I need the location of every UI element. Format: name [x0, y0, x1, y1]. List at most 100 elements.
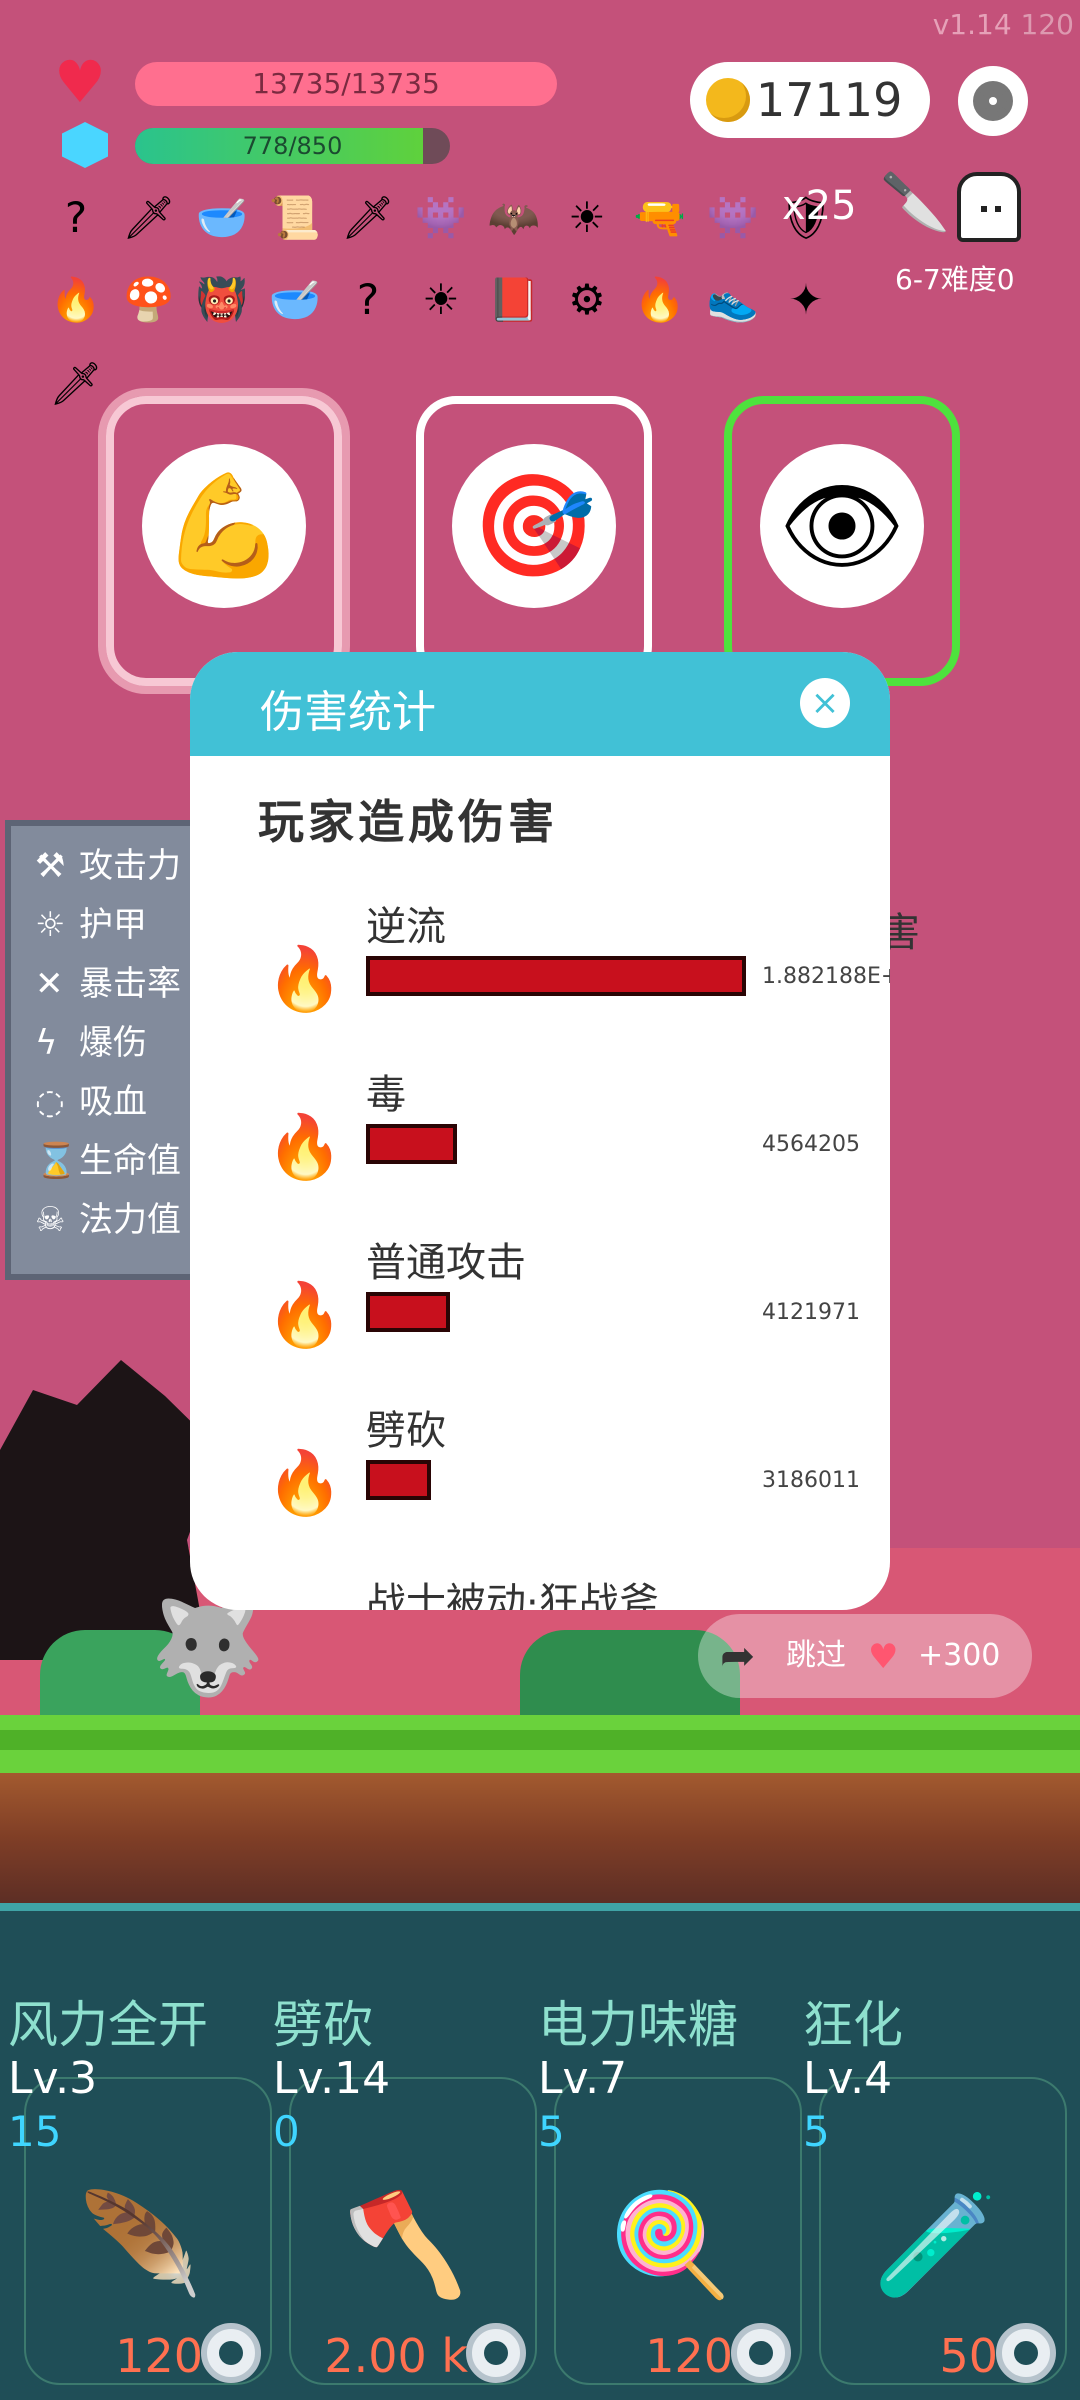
inventory-item[interactable]: 🔥 — [48, 272, 104, 328]
damage-bar — [366, 1124, 457, 1164]
fire-icon: 🔥 — [266, 1110, 344, 1183]
skill-cost: 2.00 k — [324, 2329, 468, 2383]
skill-cost: 120 — [645, 2329, 733, 2383]
skill-slot[interactable]: 风力全开 Lv.3 15 🪶 120 — [8, 1975, 273, 2395]
inventory-item[interactable]: 🔫 — [632, 190, 688, 246]
upgrade-icon[interactable] — [996, 2323, 1056, 2383]
stat-row: ⌛生命值 — [35, 1133, 181, 1182]
damage-row: 🔥 劈砍 3186011 — [190, 1398, 890, 1548]
buff-card-strength[interactable]: 💪 — [106, 396, 342, 686]
damage-row-partial: 战士被动·狂战斧 — [366, 1580, 659, 1610]
buff-card-vision[interactable]: 👁 — [724, 396, 960, 686]
damage-source-name: 劈砍 — [366, 1408, 446, 1454]
ghost-icon — [957, 172, 1021, 242]
damage-value: 4121971 — [762, 1300, 860, 1325]
mp-bar: 778/850 — [135, 128, 450, 164]
inventory-item[interactable]: 👾 — [705, 190, 761, 246]
inventory-item[interactable]: 🔥 — [632, 272, 688, 328]
inventory-item[interactable]: ☀ — [413, 272, 469, 328]
stat-row: ☼ 护甲 — [35, 897, 147, 946]
stat-row: ✕ 暴击率 — [35, 956, 181, 1005]
damage-source-name: 普通攻击 — [366, 1240, 526, 1286]
skill-count: 15 — [8, 2107, 62, 2156]
skill-icon: 🧪 — [873, 2186, 998, 2303]
mp-text: 778/850 — [242, 132, 343, 160]
stat-label: 吸血 — [79, 1082, 147, 1122]
skill-level: Lv.7 — [538, 2053, 628, 2104]
hp-bar: 13735/13735 — [135, 62, 557, 106]
upgrade-icon[interactable] — [466, 2323, 526, 2383]
damage-row: 🔥 普通攻击 4121971 — [190, 1230, 890, 1380]
stat-icon: ⚒ — [35, 846, 66, 886]
stat-label: 护甲 — [79, 905, 147, 945]
inventory-item[interactable]: 🗡 — [121, 190, 177, 246]
damage-value: 4564205 — [762, 1132, 860, 1157]
stat-icon: ☼ — [35, 905, 66, 945]
inventory-item[interactable]: 🍄 — [121, 272, 177, 328]
target-icon: 🎯 — [452, 444, 616, 608]
stat-label: 爆伤 — [79, 1023, 147, 1063]
skill-count: 0 — [273, 2107, 300, 2156]
inventory-item[interactable]: 👟 — [705, 272, 761, 328]
inventory-item[interactable]: 📜 — [267, 190, 323, 246]
skill-count: 5 — [803, 2107, 830, 2156]
damage-row: 🔥 逆流 1.882188E+ — [190, 894, 890, 1044]
stat-icon: ⌛ — [35, 1141, 78, 1181]
inventory-item[interactable]: 🗡 — [48, 356, 104, 412]
heart-icon: ♥ — [54, 48, 106, 116]
skill-slot[interactable]: 狂化 Lv.4 5 🧪 50 — [803, 1975, 1068, 2395]
skip-button[interactable]: ➦ 跳过 ♥ +300 — [698, 1614, 1032, 1698]
upgrade-icon[interactable] — [201, 2323, 261, 2383]
coin-counter: 17119 — [690, 62, 930, 138]
skill-level: Lv.4 — [803, 2053, 893, 2104]
buff-card-crit[interactable]: 🎯 — [416, 396, 652, 686]
stat-label: 攻击力 — [79, 846, 181, 886]
stat-label: 法力值 — [79, 1200, 181, 1240]
stat-row: ϟ 爆伤 — [35, 1015, 147, 1064]
skill-cost: 120 — [115, 2329, 203, 2383]
damage-value: 3186011 — [762, 1468, 860, 1493]
inventory-item[interactable]: ? — [340, 272, 396, 328]
modal-title: 伤害统计 — [260, 687, 436, 738]
inventory-item[interactable]: 🗡 — [340, 190, 396, 246]
dirt — [0, 1773, 1080, 1903]
skip-label: 跳过 — [786, 1638, 846, 1673]
difficulty-label: 6-7难度0 — [895, 263, 1015, 296]
damage-value: 1.882188E+ — [762, 964, 890, 989]
inventory-item[interactable]: ? — [48, 190, 104, 246]
modal-subtitle: 玩家造成伤害 — [258, 795, 558, 849]
skill-slot[interactable]: 劈砍 Lv.14 0 🪓 2.00 k — [273, 1975, 538, 2395]
inventory-item[interactable]: ✦ — [778, 272, 834, 328]
damage-bar — [366, 956, 746, 996]
skill-slot[interactable]: 电力味糖 Lv.7 5 🍭 120 — [538, 1975, 803, 2395]
close-button[interactable]: × — [800, 678, 850, 728]
damage-stats-modal: 伤害统计 × 玩家造成伤害 🔥 逆流 1.882188E+ 🔥 毒 4564205 🔥 普通攻… — [190, 652, 890, 1610]
inventory-item[interactable]: 🥣 — [267, 272, 323, 328]
stack-count: x25 — [782, 183, 857, 229]
eye-icon: 👁 — [760, 444, 924, 608]
skill-name: 劈砍 — [273, 1996, 373, 2054]
inventory-item[interactable]: 👾 — [413, 190, 469, 246]
inventory-item[interactable]: 🦇 — [486, 190, 542, 246]
coin-amount: 17119 — [756, 73, 903, 127]
settings-button[interactable] — [958, 66, 1028, 136]
gear-icon — [973, 81, 1013, 121]
inventory-item[interactable]: ☀ — [559, 190, 615, 246]
stat-row: ⚒ 攻击力 — [35, 838, 181, 887]
inventory-item[interactable]: 👹 — [194, 272, 250, 328]
skill-name: 风力全开 — [8, 1996, 208, 2054]
upgrade-icon[interactable] — [731, 2323, 791, 2383]
skill-icon: 🪓 — [343, 2186, 468, 2303]
share-arrow-icon: ➦ — [720, 1631, 756, 1680]
modal-header: 伤害统计 × — [190, 652, 890, 756]
stat-icon: ◌ — [35, 1082, 65, 1122]
inventory-item[interactable]: ⚙ — [559, 272, 615, 328]
inventory-item[interactable]: 🥣 — [194, 190, 250, 246]
skill-icon: 🪶 — [78, 2186, 203, 2303]
skill-level: Lv.14 — [273, 2053, 391, 2104]
inventory-item[interactable]: 📕 — [486, 272, 542, 328]
skill-cost: 50 — [939, 2329, 998, 2383]
skip-reward: +300 — [918, 1638, 1001, 1673]
version-label: v1.14 120 — [932, 8, 1074, 41]
skill-name: 电力味糖 — [538, 1996, 738, 2054]
